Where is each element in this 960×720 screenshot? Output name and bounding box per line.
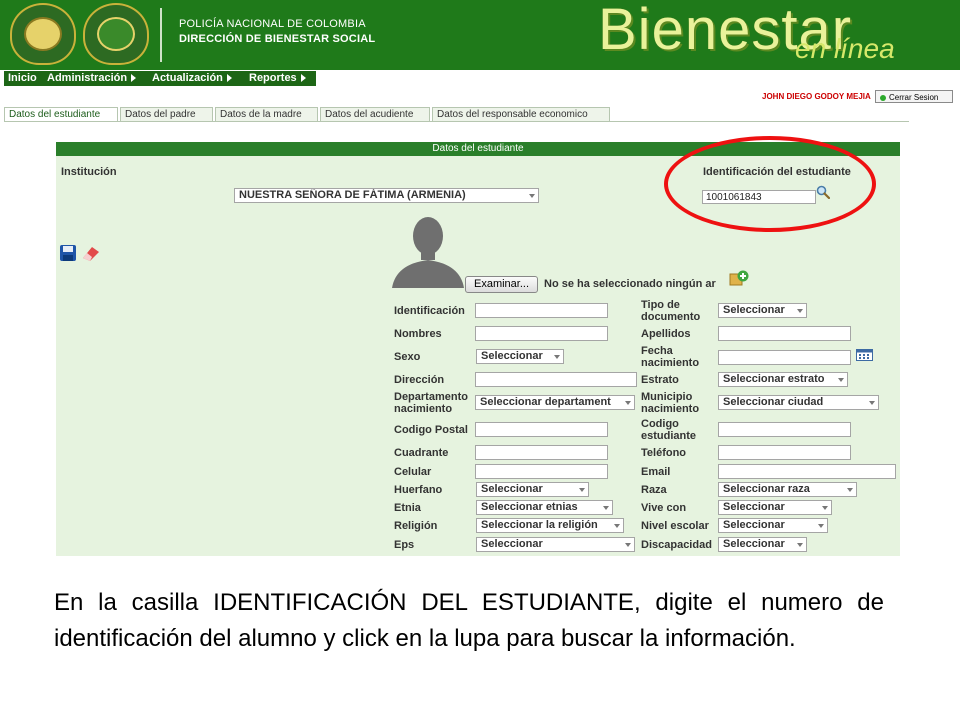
email-label: Email bbox=[641, 466, 671, 478]
municipio-select[interactable]: Seleccionar ciudad bbox=[718, 395, 879, 410]
chevron-down-icon bbox=[603, 506, 609, 510]
discapacidad-label: Discapacidad bbox=[641, 539, 712, 551]
codigo-estudiante-input[interactable] bbox=[718, 422, 851, 437]
nivel-escolar-select[interactable]: Seleccionar bbox=[718, 518, 828, 533]
identificacion-label: Identificación bbox=[394, 305, 465, 317]
nivel-escolar-label: Nivel escolar bbox=[641, 520, 709, 532]
etnia-select[interactable]: Seleccionar etnias bbox=[476, 500, 613, 515]
chevron-down-icon bbox=[579, 488, 585, 492]
cuadrante-label: Cuadrante bbox=[394, 447, 449, 459]
vive-con-label: Vive con bbox=[641, 502, 687, 514]
police-welfare-logo-icon bbox=[83, 3, 149, 65]
tab-datos-madre[interactable]: Datos de la madre bbox=[215, 107, 318, 121]
raza-select[interactable]: Seleccionar raza bbox=[718, 482, 857, 497]
chevron-down-icon bbox=[869, 401, 875, 405]
estrato-select[interactable]: Seleccionar estrato bbox=[718, 372, 848, 387]
telefono-input[interactable] bbox=[718, 445, 851, 460]
chevron-right-icon bbox=[300, 74, 306, 83]
tipo-documento-select[interactable]: Seleccionar bbox=[718, 303, 807, 318]
logged-user-name: JOHN DIEGO GODOY MEJIA bbox=[762, 92, 871, 101]
tab-datos-padre[interactable]: Datos del padre bbox=[120, 107, 213, 121]
header-banner: POLICÍA NACIONAL DE COLOMBIA DIRECCIÓN D… bbox=[0, 0, 960, 70]
eps-label: Eps bbox=[394, 539, 415, 551]
huerfano-select[interactable]: Seleccionar bbox=[476, 482, 589, 497]
religion-select[interactable]: Seleccionar la religión bbox=[476, 518, 624, 533]
departamento-select[interactable]: Seleccionar departament bbox=[475, 395, 635, 410]
telefono-label: Teléfono bbox=[641, 447, 687, 459]
huerfano-label: Huerfano bbox=[394, 484, 443, 496]
logout-button[interactable]: Cerrar Sesion bbox=[875, 90, 953, 103]
header-department-name: DIRECCIÓN DE BIENESTAR SOCIAL bbox=[179, 33, 376, 45]
menu-item-inicio[interactable]: Inicio bbox=[8, 71, 37, 86]
menu-item-reportes[interactable]: Reportes bbox=[249, 71, 306, 86]
codigo-postal-label: Codigo Postal bbox=[394, 424, 468, 436]
highlight-ellipse bbox=[664, 136, 876, 232]
header-org-name: POLICÍA NACIONAL DE COLOMBIA bbox=[179, 18, 366, 30]
tipo-documento-label: Tipo de documento bbox=[641, 299, 701, 323]
nombres-input[interactable] bbox=[475, 326, 608, 341]
institucion-label: Institución bbox=[61, 166, 117, 178]
email-input[interactable] bbox=[718, 464, 896, 479]
add-photo-icon[interactable] bbox=[729, 269, 749, 287]
sexo-label: Sexo bbox=[394, 351, 421, 363]
direccion-input[interactable] bbox=[475, 372, 637, 387]
eraser-icon[interactable] bbox=[80, 244, 102, 262]
browse-file-button[interactable]: Examinar... bbox=[465, 276, 538, 293]
apellidos-label: Apellidos bbox=[641, 328, 691, 340]
tab-datos-acudiente[interactable]: Datos del acudiente bbox=[320, 107, 430, 121]
fecha-nacimiento-label: Fecha nacimiento bbox=[641, 345, 700, 369]
tab-datos-estudiante[interactable]: Datos del estudiante bbox=[4, 107, 118, 121]
sexo-select[interactable]: Seleccionar bbox=[476, 349, 564, 364]
celular-label: Celular bbox=[394, 466, 432, 478]
etnia-label: Etnia bbox=[394, 502, 421, 514]
status-dot-icon bbox=[880, 95, 886, 101]
avatar-placeholder bbox=[392, 217, 464, 288]
menu-item-administracion[interactable]: Administración bbox=[47, 71, 137, 86]
municipio-label: Municipio nacimiento bbox=[641, 391, 700, 415]
chevron-right-icon bbox=[131, 74, 137, 83]
main-menu-bar: Inicio Administración Actualización Repo… bbox=[4, 71, 316, 86]
estrato-label: Estrato bbox=[641, 374, 679, 386]
chevron-down-icon bbox=[822, 506, 828, 510]
fecha-nacimiento-input[interactable] bbox=[718, 350, 851, 365]
chevron-down-icon bbox=[847, 488, 853, 492]
chevron-down-icon bbox=[838, 378, 844, 382]
departamento-label: Departamento nacimiento bbox=[394, 391, 468, 415]
cuadrante-input[interactable] bbox=[475, 445, 608, 460]
file-status-text: No se ha seleccionado ningún ar bbox=[544, 278, 716, 290]
chevron-down-icon bbox=[625, 401, 631, 405]
chevron-down-icon bbox=[797, 309, 803, 313]
identificacion-input[interactable] bbox=[475, 303, 608, 318]
nombres-label: Nombres bbox=[394, 328, 442, 340]
save-icon[interactable] bbox=[59, 244, 77, 262]
chevron-down-icon bbox=[797, 543, 803, 547]
chevron-down-icon bbox=[554, 355, 560, 359]
colombia-shield-logo-icon bbox=[10, 3, 76, 65]
chevron-down-icon bbox=[625, 543, 631, 547]
tab-datos-responsable-economico[interactable]: Datos del responsable economico bbox=[432, 107, 610, 121]
raza-label: Raza bbox=[641, 484, 667, 496]
calendar-icon[interactable] bbox=[856, 349, 873, 361]
instruction-text: En la casilla IDENTIFICACIÓN DEL ESTUDIA… bbox=[54, 589, 884, 652]
chevron-right-icon bbox=[226, 74, 232, 83]
codigo-postal-input[interactable] bbox=[475, 422, 608, 437]
religion-label: Religión bbox=[394, 520, 438, 532]
institucion-select[interactable]: NUESTRA SEÑORA DE FÁTIMA (ARMENIA) bbox=[234, 188, 539, 203]
apellidos-input[interactable] bbox=[718, 326, 851, 341]
direccion-label: Dirección bbox=[394, 374, 445, 386]
menu-item-actualizacion[interactable]: Actualización bbox=[152, 71, 232, 86]
celular-input[interactable] bbox=[475, 464, 608, 479]
vive-con-select[interactable]: Seleccionar bbox=[718, 500, 832, 515]
codigo-estudiante-label: Codigo estudiante bbox=[641, 418, 697, 442]
eps-select[interactable]: Seleccionar bbox=[476, 537, 635, 552]
discapacidad-select[interactable]: Seleccionar bbox=[718, 537, 807, 552]
tab-underline bbox=[4, 121, 909, 122]
chevron-down-icon bbox=[614, 524, 620, 528]
chevron-down-icon bbox=[529, 194, 535, 198]
brand-subtitle: en línea bbox=[795, 33, 895, 64]
header-divider bbox=[160, 8, 162, 62]
chevron-down-icon bbox=[818, 524, 824, 528]
